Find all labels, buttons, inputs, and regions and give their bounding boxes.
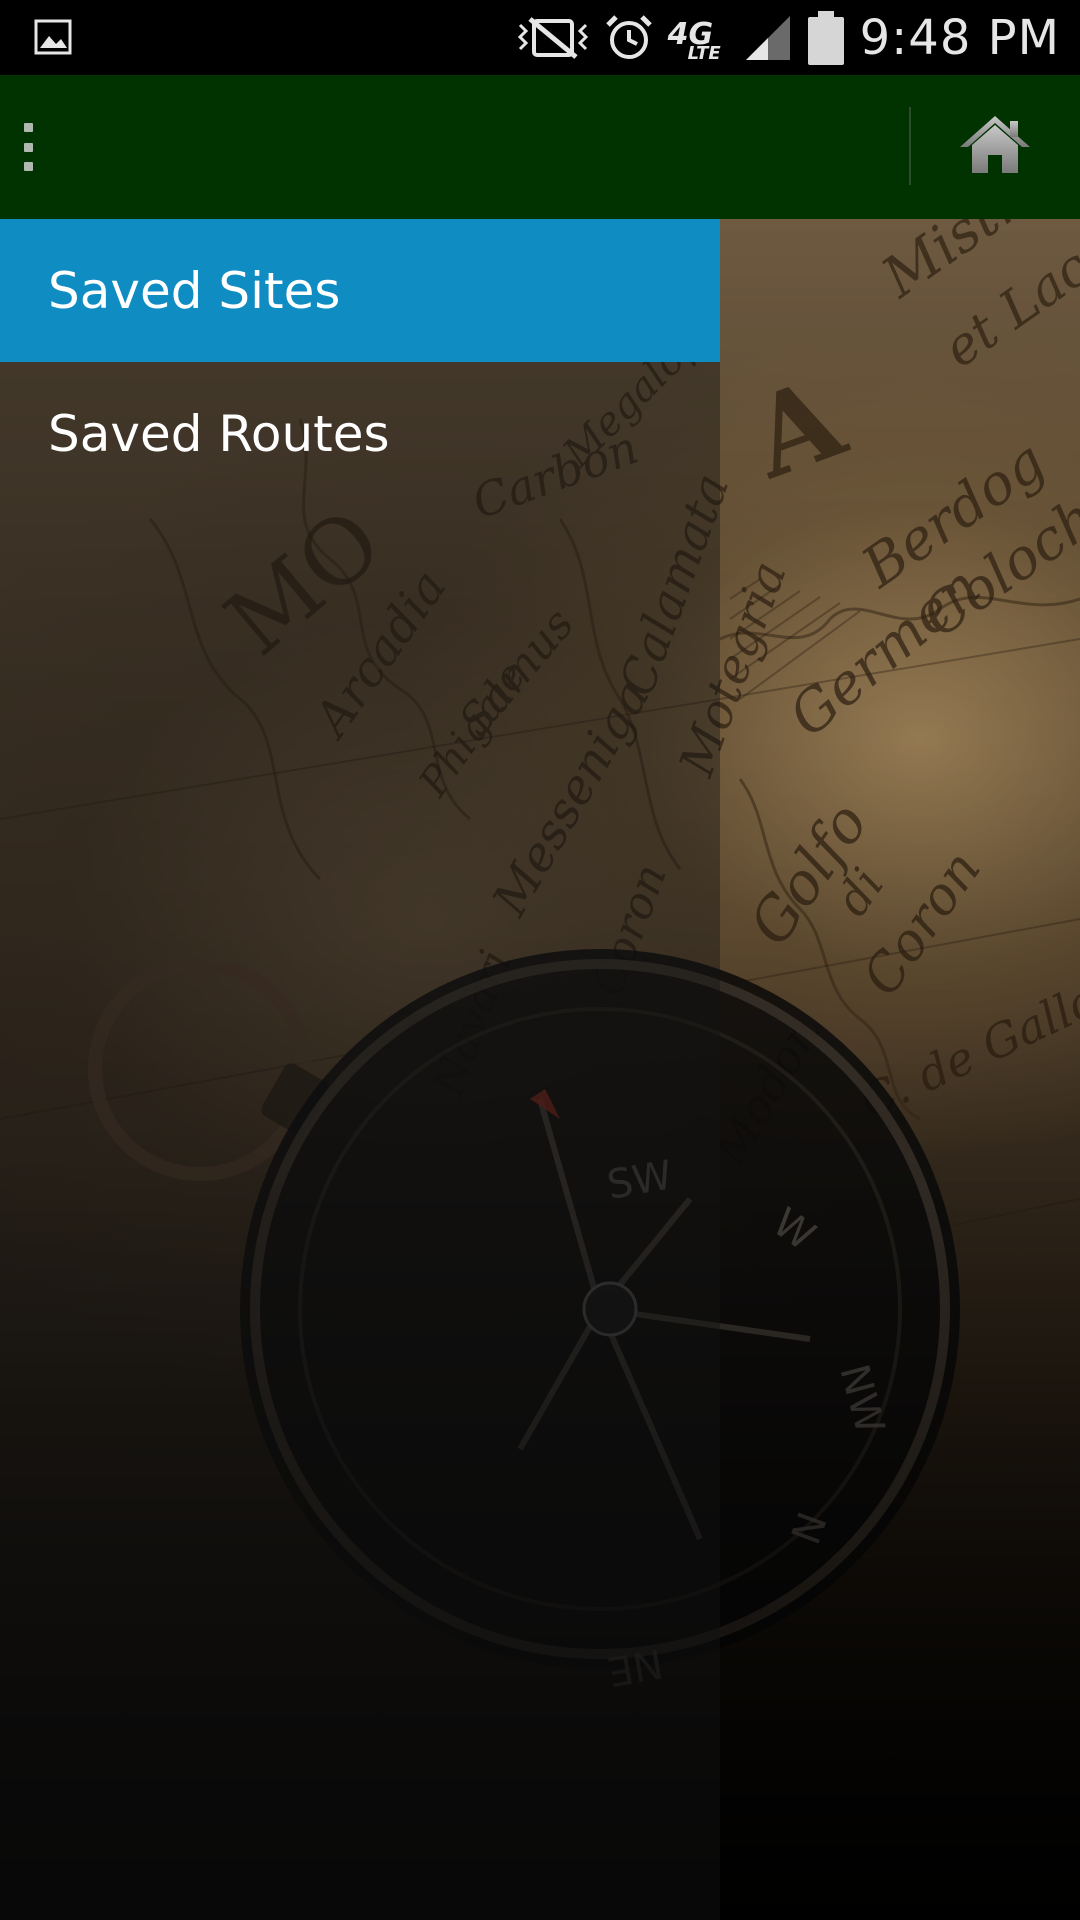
app-bar-divider (909, 107, 911, 185)
gallery-icon (34, 18, 72, 56)
4g-lte-icon: 4G LTE (668, 13, 730, 64)
overflow-dot (23, 123, 33, 132)
alarm-icon (604, 13, 654, 63)
screen: Mistra et Lac A Berdog Colochi Germen Mo… (0, 0, 1080, 1920)
status-clock: 9:48 PM (859, 9, 1060, 66)
overflow-menu-icon[interactable] (10, 115, 46, 179)
navigation-drawer: Saved Sites Saved Routes (0, 219, 720, 1920)
vibrate-mute-icon (516, 15, 590, 61)
app-bar (0, 75, 1080, 219)
drawer-item-label: Saved Sites (48, 261, 341, 320)
network-sub-label: LTE (687, 42, 721, 64)
overflow-dot (23, 142, 33, 152)
status-bar: 4G LTE 9:48 PM (0, 0, 1080, 75)
drawer-item-label: Saved Routes (48, 404, 390, 463)
overflow-dot (23, 162, 33, 171)
drawer-item-saved-sites[interactable]: Saved Sites (0, 219, 720, 362)
home-icon (958, 113, 1032, 181)
drawer-item-saved-routes[interactable]: Saved Routes (0, 362, 720, 505)
status-icons: 4G LTE 9:48 PM (516, 0, 1080, 75)
battery-icon (806, 9, 846, 67)
home-button[interactable] (950, 111, 1040, 183)
signal-icon (744, 14, 792, 62)
